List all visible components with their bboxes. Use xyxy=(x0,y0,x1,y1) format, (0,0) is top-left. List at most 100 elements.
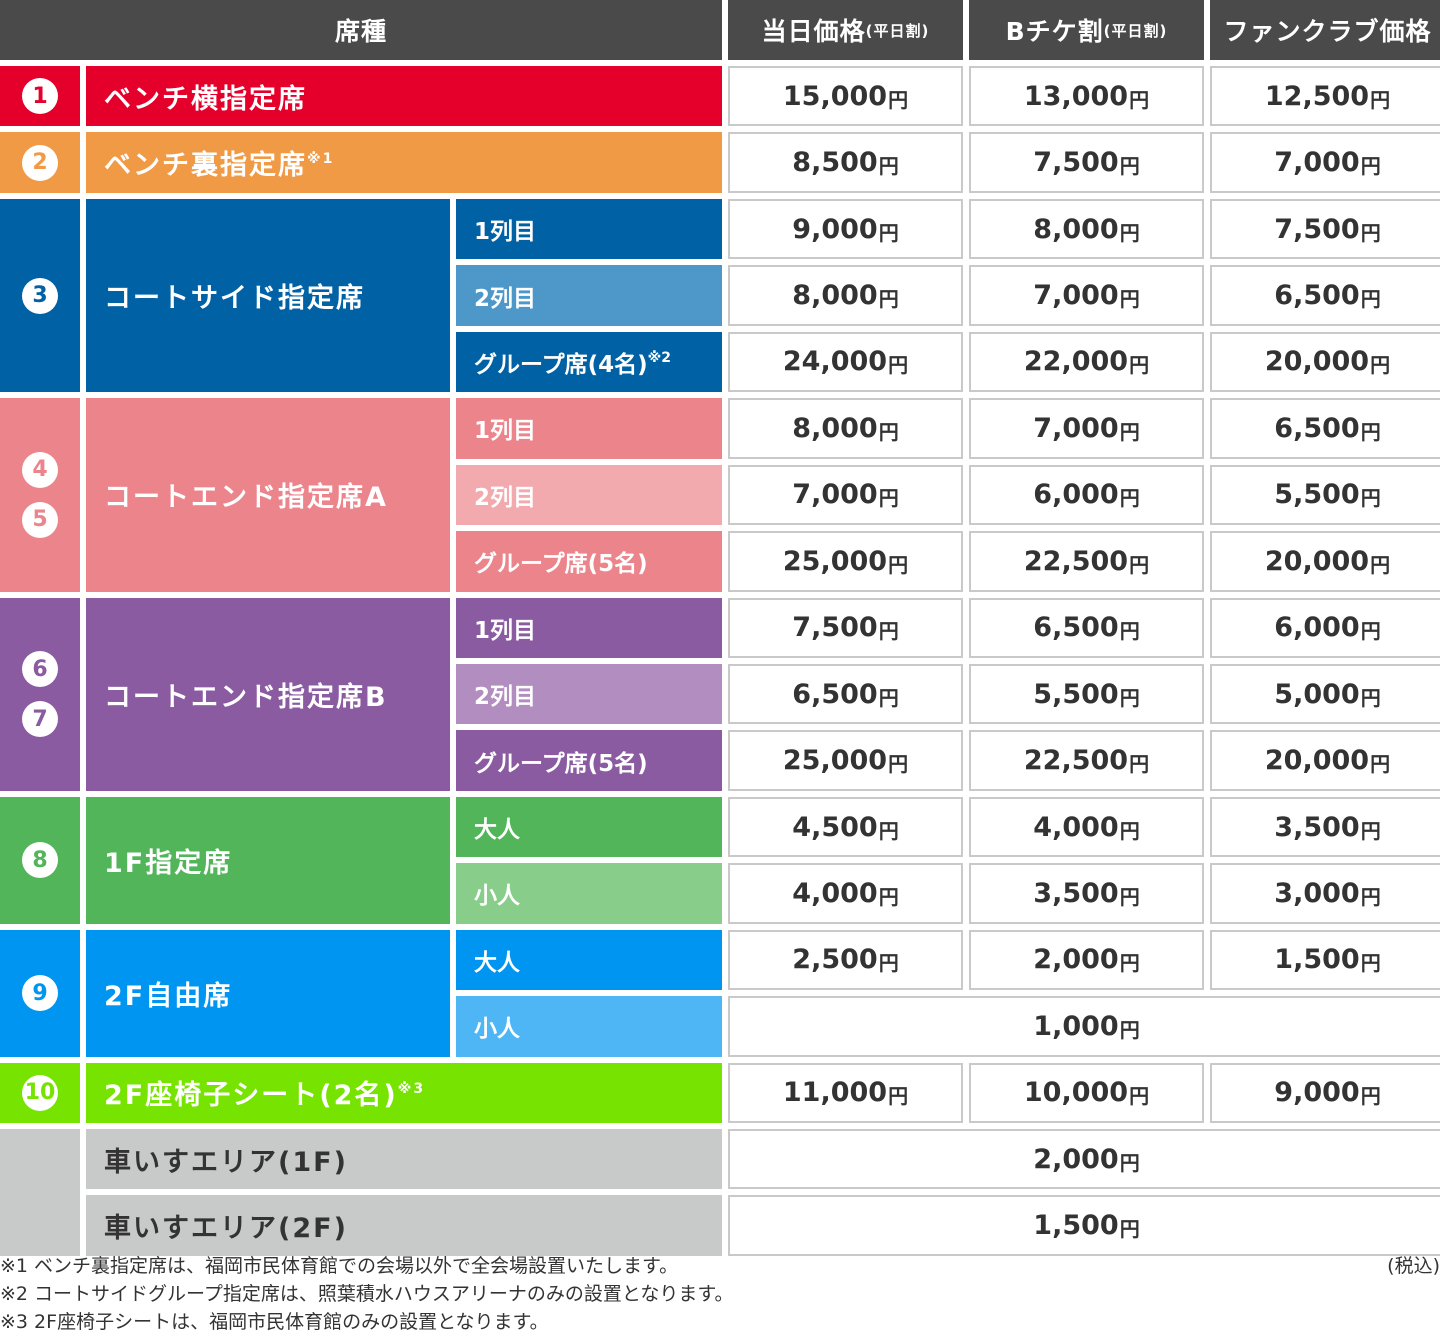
price-cell: 7,000 円 xyxy=(969,398,1204,459)
price-value: 20,000 xyxy=(1264,545,1370,577)
yen-unit: 円 xyxy=(888,353,909,378)
yen-unit: 円 xyxy=(1129,752,1150,777)
yen-unit: 円 xyxy=(1129,353,1150,378)
price-value: 4,000 xyxy=(1033,811,1119,843)
price-value: 2,500 xyxy=(792,944,878,976)
sub-type-label: 1列目 xyxy=(474,617,537,644)
price-value: 22,500 xyxy=(1023,545,1129,577)
header-label: ファンクラブ価格 xyxy=(1223,17,1432,46)
seat-number-circle: 1 xyxy=(22,78,58,115)
yen-unit: 円 xyxy=(1370,552,1391,577)
price-cell: 7,000 円 xyxy=(728,464,963,526)
price-value: 8,000 xyxy=(792,280,878,312)
price-value: 6,500 xyxy=(1274,412,1360,444)
seat-sub-type: 大人 xyxy=(456,796,722,858)
yen-unit: 円 xyxy=(1370,752,1391,777)
seat-type-label: 2F自由席 xyxy=(104,980,233,1012)
footnote-mark: ※2 xyxy=(647,349,672,366)
price-value: 3,000 xyxy=(1274,877,1360,909)
price-cell: 2,000 円 xyxy=(969,929,1204,991)
yen-unit: 円 xyxy=(1360,884,1381,909)
footnote-mark: ※1 xyxy=(307,150,335,167)
price-cell: 15,000 円 xyxy=(728,66,963,127)
seat-type-label: ベンチ裏指定席 xyxy=(104,150,307,182)
yen-unit: 円 xyxy=(1360,619,1381,644)
price-cell: 9,000 円 xyxy=(728,198,963,260)
price-cell: 20,000 円 xyxy=(1210,730,1440,791)
yen-unit: 円 xyxy=(1119,1150,1140,1175)
price-cell: 6,000 円 xyxy=(969,464,1204,526)
seat-number-circle: 10 xyxy=(22,1074,58,1111)
seat-type-label: ベンチ横指定席 xyxy=(104,83,307,115)
price-value: 4,000 xyxy=(792,877,878,909)
price-cell: 4,500 円 xyxy=(728,796,963,858)
seat-number-circle: 9 xyxy=(22,975,58,1012)
yen-unit: 円 xyxy=(888,1084,909,1109)
sub-type-label: 1列目 xyxy=(474,418,537,445)
yen-unit: 円 xyxy=(1360,220,1381,245)
yen-unit: 円 xyxy=(1129,552,1150,577)
price-value: 6,500 xyxy=(1033,612,1119,644)
sub-type-label: 小人 xyxy=(474,1016,520,1043)
price-cell: 8,500 円 xyxy=(728,132,963,193)
sub-type-capacity: (5名) xyxy=(587,551,648,578)
price-cell: 1,500 円 xyxy=(1210,929,1440,991)
footnote-2: ※2 コートサイドグループ指定席は、照葉積水ハウスアリーナのみの設置となります。 xyxy=(0,1283,734,1305)
price-value: 25,000 xyxy=(782,745,888,777)
yen-unit: 円 xyxy=(1119,884,1140,909)
price-cell: 6,500 円 xyxy=(728,663,963,725)
price-value: 22,500 xyxy=(1023,745,1129,777)
seat-number-circle: 5 xyxy=(22,501,58,538)
price-cell: 12,500 円 xyxy=(1210,66,1440,127)
price-value: 5,500 xyxy=(1274,479,1360,511)
yen-unit: 円 xyxy=(1119,818,1140,843)
price-value: 9,000 xyxy=(792,213,878,245)
yen-unit: 円 xyxy=(888,87,909,112)
price-cell: 7,500 円 xyxy=(1210,198,1440,260)
seat-type-name: ベンチ横指定席 xyxy=(86,66,722,127)
footnotes: ※1 ベンチ裏指定席は、福岡市民体育館での会場以外で全会場設置いたします。 ※2… xyxy=(0,1252,1440,1336)
price-value: 10,000 xyxy=(1023,1077,1129,1109)
price-value: 6,500 xyxy=(1274,280,1360,312)
price-cell: 5,500 円 xyxy=(969,663,1204,725)
price-cell: 22,500 円 xyxy=(969,730,1204,791)
yen-unit: 円 xyxy=(1119,685,1140,710)
footnote-1: ※1 ベンチ裏指定席は、福岡市民体育館での会場以外で全会場設置いたします。 xyxy=(0,1255,679,1277)
price-value: 2,000 xyxy=(1033,944,1119,976)
seat-type-label: コートエンド指定席B xyxy=(104,681,388,713)
price-all-columns: 1,500 円 xyxy=(728,1195,1440,1256)
price-cell: 8,000 円 xyxy=(728,265,963,326)
sub-type-label: グループ席 xyxy=(474,750,588,777)
seat-number-circle: 3 xyxy=(22,277,58,314)
price-value: 3,500 xyxy=(1274,811,1360,843)
seat-sub-type: グループ席 (5名) xyxy=(456,730,722,791)
price-cell: 20,000 円 xyxy=(1210,331,1440,393)
seat-sub-type: 小人 xyxy=(456,863,722,924)
sub-type-label: グループ席 xyxy=(474,551,588,578)
price-value: 5,500 xyxy=(1033,678,1119,710)
yen-unit: 円 xyxy=(888,552,909,577)
seat-type-name: 1F指定席 xyxy=(86,796,450,924)
footnote-mark: ※3 xyxy=(397,1080,426,1097)
price-value: 20,000 xyxy=(1264,745,1370,777)
header-note: (平日割) xyxy=(865,21,930,40)
seat-type-name: 車いすエリア(1F) xyxy=(86,1129,722,1190)
price-value: 8,000 xyxy=(1033,213,1119,245)
price-cell: 5,000 円 xyxy=(1210,663,1440,725)
price-value: 24,000 xyxy=(782,346,888,378)
yen-unit: 円 xyxy=(1360,1084,1381,1109)
header-label: 当日価格 xyxy=(761,17,866,46)
price-cell: 20,000 円 xyxy=(1210,531,1440,592)
seat-number-circle: 7 xyxy=(22,701,58,738)
price-cell: 6,000 円 xyxy=(1210,597,1440,658)
seat-type-label: 車いすエリア(1F) xyxy=(104,1146,348,1178)
price-value: 7,000 xyxy=(1033,412,1119,444)
price-value: 22,000 xyxy=(1023,346,1129,378)
sub-type-label: 小人 xyxy=(474,883,520,910)
yen-unit: 円 xyxy=(888,752,909,777)
price-value: 8,000 xyxy=(792,412,878,444)
price-cell: 3,500 円 xyxy=(1210,796,1440,858)
yen-unit: 円 xyxy=(1119,619,1140,644)
sub-type-label: 2列目 xyxy=(474,684,537,711)
price-value: 3,500 xyxy=(1033,877,1119,909)
